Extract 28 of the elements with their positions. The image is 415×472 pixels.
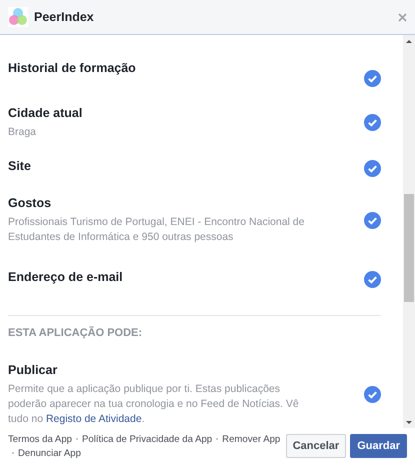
permission-title: Cidade atual [8, 104, 84, 120]
footer-link[interactable]: Política de Privacidade da App [82, 434, 212, 445]
app-logo-icon [8, 7, 28, 27]
permission-description: Braga [8, 124, 38, 140]
permission-title: Gostos [8, 195, 52, 211]
permission-description: Permite que a aplicação publique por ti. Estas publicações poderão aparecer na tua cronologia e no Feed de Notícias. Vê tudo no Registo de Atividade. [8, 382, 300, 426]
cancel-button[interactable]: Cancelar [286, 434, 346, 458]
permission-description: Profissionais Turismo de Portugal, ENEI - Encontro Nacional de Estudantes de Informática e 950 outras pessoas [8, 215, 306, 245]
permission-title: Endereço de e-mail [8, 269, 124, 285]
permission-title: Site [8, 158, 32, 174]
activity-log-link[interactable]: Registo de Atividade [46, 412, 142, 424]
permission-title: Historial de formação [8, 60, 137, 76]
close-icon[interactable] [398, 12, 407, 22]
checkbox[interactable] [364, 70, 381, 86]
checkbox[interactable] [364, 386, 381, 402]
checkbox[interactable] [364, 160, 381, 176]
scrollbar[interactable] [403, 35, 415, 428]
save-button[interactable]: Guardar [350, 434, 407, 458]
scrollbar-thumb[interactable] [404, 194, 414, 302]
section-heading: ESTA APLICAÇÃO PODE: [7, 325, 144, 341]
footer-link[interactable]: Termos da App [8, 434, 72, 445]
window-title: PeerIndex [34, 8, 94, 26]
footer-link[interactable]: Remover App [222, 434, 280, 445]
checkbox[interactable] [364, 212, 381, 228]
checkbox[interactable] [364, 270, 381, 288]
footer-link[interactable]: Denunciar App [18, 448, 81, 459]
checkbox[interactable] [364, 114, 381, 130]
permission-title: Publicar [8, 362, 58, 378]
